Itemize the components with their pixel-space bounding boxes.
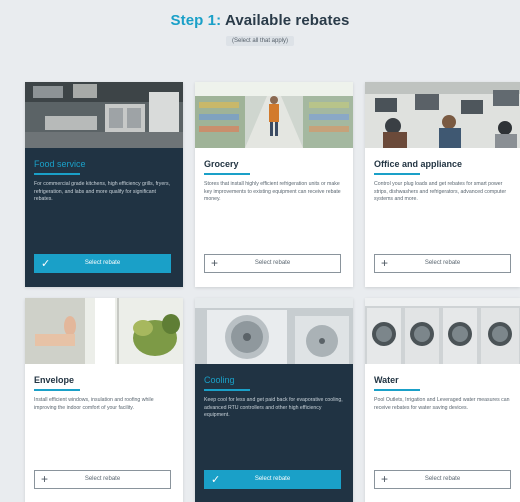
select-rebate-button[interactable]: ✓ Select rebate — [34, 254, 171, 273]
select-rebate-button[interactable]: + Select rebate — [204, 254, 341, 273]
card-title: Office and appliance — [374, 159, 463, 169]
rebate-card-grid: Food service For commercial grade kitche… — [0, 0, 520, 502]
select-rebate-label: Select rebate — [84, 476, 121, 482]
rebate-card-water[interactable]: Water Pool Outlets, Irrigation and Lever… — [365, 298, 520, 502]
office-image — [365, 82, 520, 148]
card-title: Cooling — [204, 375, 235, 385]
rebate-card-cooling[interactable]: Cooling Keep cool for less and get paid … — [195, 298, 353, 502]
rebate-card-envelope[interactable]: Envelope Install efficient windows, insu… — [25, 298, 183, 502]
select-rebate-label: Select rebate — [254, 260, 291, 266]
title-underline — [374, 389, 420, 391]
title-underline — [374, 173, 420, 175]
card-title: Grocery — [204, 159, 239, 169]
card-description: Install efficient windows, insulation an… — [34, 397, 154, 411]
card-title: Food service — [34, 159, 86, 169]
title-underline — [204, 173, 250, 175]
card-description: Pool Outlets, Irrigation and Leveraged w… — [374, 397, 510, 411]
rebate-card-grocery[interactable]: Grocery Stores that install highly effic… — [195, 82, 353, 287]
water-image — [365, 298, 520, 364]
select-rebate-label: Select rebate — [254, 476, 291, 482]
card-title: Envelope — [34, 375, 75, 385]
grocery-image — [195, 82, 353, 148]
select-rebate-label: Select rebate — [84, 260, 121, 266]
title-underline — [204, 389, 250, 391]
select-rebate-button[interactable]: + Select rebate — [34, 470, 171, 489]
title-underline — [34, 389, 80, 391]
select-rebate-label: Select rebate — [424, 476, 461, 482]
card-description: Control your plug loads and get rebates … — [374, 181, 507, 203]
select-rebate-button[interactable]: + Select rebate — [374, 254, 511, 273]
card-title: Water — [374, 375, 399, 385]
title-underline — [34, 173, 80, 175]
card-description: For commercial grade kitchens, high effi… — [34, 181, 170, 203]
envelope-image — [25, 298, 183, 364]
select-rebate-label: Select rebate — [424, 260, 461, 266]
rebate-card-office-appliance[interactable]: Office and appliance Control your plug l… — [365, 82, 520, 287]
select-rebate-button[interactable]: + Select rebate — [374, 470, 511, 489]
rebate-card-food-service[interactable]: Food service For commercial grade kitche… — [25, 82, 183, 287]
food-service-image — [25, 82, 183, 148]
card-description: Stores that install highly efficient ref… — [204, 181, 341, 203]
cooling-image — [195, 298, 353, 364]
select-rebate-button[interactable]: ✓ Select rebate — [204, 470, 341, 489]
card-description: Keep cool for less and get paid back for… — [204, 397, 343, 419]
